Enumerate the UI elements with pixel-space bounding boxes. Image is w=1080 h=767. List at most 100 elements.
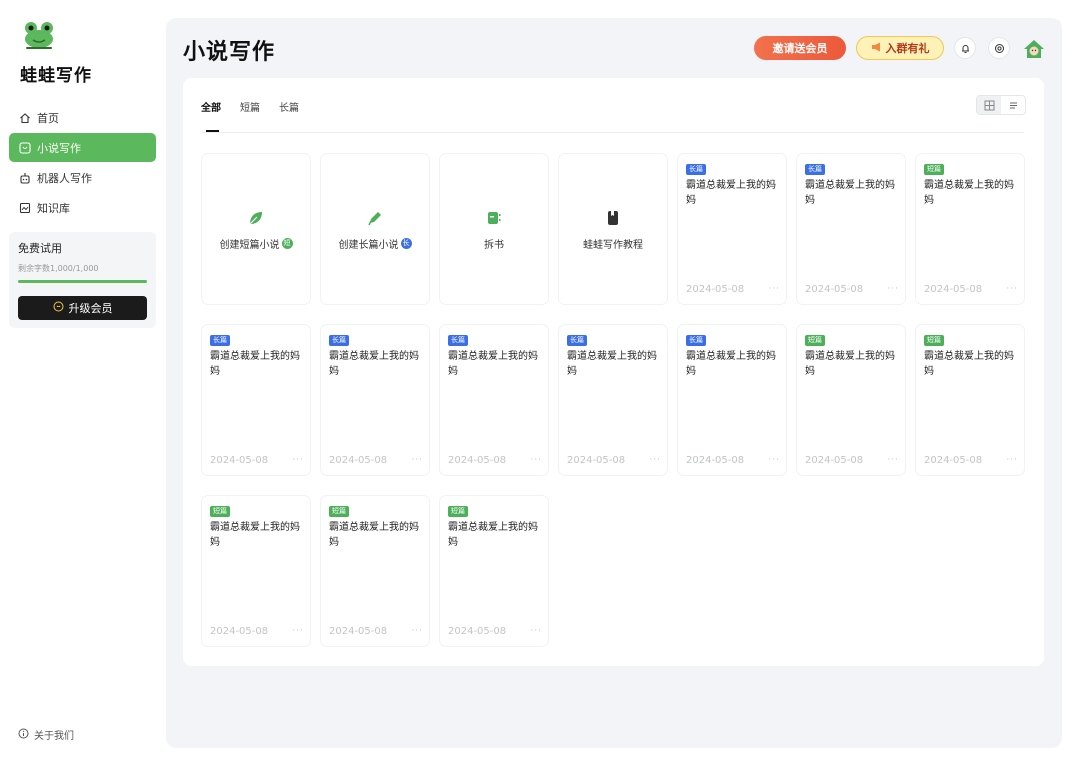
short-badge: 短 bbox=[281, 237, 293, 249]
more-options-icon[interactable]: ··· bbox=[530, 626, 542, 637]
sidebar-item-knowledge[interactable]: 知识库 bbox=[9, 193, 156, 222]
novel-title: 霸道总裁爱上我的妈妈 bbox=[686, 180, 776, 206]
novel-card[interactable]: 短篇霸道总裁爱上我的妈妈 2024-05-08 ··· bbox=[440, 496, 548, 646]
create-long-novel-card[interactable]: 创建长篇小说 长 bbox=[321, 154, 429, 304]
trial-progress-bar bbox=[18, 280, 147, 283]
novel-card[interactable]: 长篇 霸道总裁爱上我的妈妈 2024-05-08 ··· bbox=[559, 325, 667, 475]
trial-title: 免费试用 bbox=[18, 242, 62, 255]
tutorial-card[interactable]: 蛙蛙写作教程 bbox=[559, 154, 667, 304]
info-icon bbox=[18, 728, 29, 742]
more-options-icon[interactable]: ··· bbox=[530, 455, 542, 466]
bell-icon bbox=[960, 39, 971, 58]
join-label: 入群有礼 bbox=[885, 42, 930, 55]
novel-type-tag: 长篇 bbox=[805, 164, 825, 175]
page-title: 小说写作 bbox=[183, 40, 276, 65]
more-options-icon[interactable]: ··· bbox=[292, 455, 304, 466]
novel-type-tag: 长篇 bbox=[329, 335, 349, 346]
novel-date: 2024-05-08 bbox=[448, 455, 507, 466]
novel-date: 2024-05-08 bbox=[567, 455, 626, 466]
tab-short[interactable]: 短篇 bbox=[240, 99, 260, 114]
novel-card[interactable]: 长篇霸道总裁爱上我的妈妈 2024-05-08 ··· bbox=[440, 325, 548, 475]
more-options-icon[interactable]: ··· bbox=[292, 626, 304, 637]
more-options-icon[interactable]: ··· bbox=[768, 455, 780, 466]
novel-title: 霸道总裁爱上我的妈妈 bbox=[448, 522, 538, 548]
long-badge: 长 bbox=[400, 237, 412, 249]
notification-button[interactable] bbox=[954, 37, 976, 59]
about-label: 关于我们 bbox=[34, 731, 74, 742]
novel-card[interactable]: 短篇 霸道总裁爱上我的妈妈 2024-05-08 ··· bbox=[202, 496, 310, 646]
more-options-icon[interactable]: ··· bbox=[887, 284, 899, 295]
novel-type-tag: 长篇 bbox=[686, 164, 706, 175]
sidebar-item-label: 知识库 bbox=[37, 201, 70, 215]
list-view-icon[interactable] bbox=[1001, 96, 1025, 114]
tab-divider bbox=[201, 132, 1024, 133]
sidebar-item-home[interactable]: 首页 bbox=[9, 103, 156, 132]
create-short-novel-card[interactable]: 创建短篇小说 短 bbox=[202, 154, 310, 304]
novel-card[interactable]: 长篇 霸道总裁爱上我的妈妈 2024-05-08 ··· bbox=[202, 325, 310, 475]
novel-title: 霸道总裁爱上我的妈妈 bbox=[329, 522, 419, 548]
sidebar-item-label: 机器人写作 bbox=[37, 171, 92, 185]
novel-date: 2024-05-08 bbox=[448, 626, 507, 637]
tab-long[interactable]: 长篇 bbox=[279, 99, 299, 114]
novel-title: 霸道总裁爱上我的妈妈 bbox=[567, 351, 657, 377]
novel-icon bbox=[18, 141, 31, 154]
novel-card[interactable]: 短篇 霸道总裁爱上我的妈妈 2024-05-08 ··· bbox=[916, 325, 1024, 475]
invite-button[interactable]: 邀请送会员 bbox=[754, 36, 846, 60]
more-options-icon[interactable]: ··· bbox=[1006, 284, 1018, 295]
novel-card[interactable]: 短篇 霸道总裁爱上我的妈妈 2024-05-08 ··· bbox=[321, 496, 429, 646]
more-options-icon[interactable]: ··· bbox=[1006, 455, 1018, 466]
tab-all[interactable]: 全部 bbox=[201, 99, 221, 114]
novel-date: 2024-05-08 bbox=[805, 284, 864, 295]
sidebar-item-novel[interactable]: 小说写作 bbox=[9, 133, 156, 162]
novel-title: 霸道总裁爱上我的妈妈 bbox=[210, 522, 300, 548]
novel-date: 2024-05-08 bbox=[329, 626, 388, 637]
sidebar-item-label: 小说写作 bbox=[37, 141, 81, 155]
novel-type-tag: 短篇 bbox=[210, 506, 230, 517]
sidebar-item-robot[interactable]: 机器人写作 bbox=[9, 163, 156, 192]
novel-date: 2024-05-08 bbox=[924, 284, 983, 295]
novel-card[interactable]: 长篇 霸道总裁爱上我的妈妈 2024-05-08 ··· bbox=[678, 154, 786, 304]
novel-card[interactable]: 长篇霸道总裁爱上我的妈妈 2024-05-08 ··· bbox=[797, 154, 905, 304]
free-trial-panel: 免费试用 剩余字数1,000/1,000 升级会员 bbox=[9, 232, 156, 328]
home-icon bbox=[18, 111, 31, 124]
more-options-icon[interactable]: ··· bbox=[649, 455, 661, 466]
novel-card[interactable]: 长篇 霸道总裁爱上我的妈妈 2024-05-08 ··· bbox=[678, 325, 786, 475]
app-name: 蛙蛙写作 bbox=[20, 66, 92, 86]
grid-view-icon[interactable] bbox=[977, 96, 1001, 114]
novel-title: 霸道总裁爱上我的妈妈 bbox=[805, 180, 895, 206]
robot-icon bbox=[18, 171, 31, 184]
book-icon bbox=[603, 208, 623, 228]
more-options-icon[interactable]: ··· bbox=[411, 626, 423, 637]
novel-card[interactable]: 长篇 霸道总裁爱上我的妈妈 2024-05-08 ··· bbox=[321, 325, 429, 475]
tutorial-label: 蛙蛙写作教程 bbox=[583, 239, 643, 251]
more-options-icon[interactable]: ··· bbox=[411, 455, 423, 466]
settings-button[interactable] bbox=[988, 37, 1010, 59]
remaining-words: 剩余字数1,000/1,000 bbox=[18, 264, 99, 273]
novel-title: 霸道总裁爱上我的妈妈 bbox=[924, 351, 1014, 377]
gear-icon bbox=[994, 39, 1005, 58]
join-group-button[interactable]: 入群有礼 bbox=[856, 36, 944, 60]
more-options-icon[interactable]: ··· bbox=[768, 284, 780, 295]
novel-title: 霸道总裁爱上我的妈妈 bbox=[686, 351, 776, 377]
novel-type-tag: 长篇 bbox=[448, 335, 468, 346]
novel-title: 霸道总裁爱上我的妈妈 bbox=[448, 351, 538, 377]
crown-icon bbox=[53, 301, 64, 315]
split-book-card[interactable]: 拆书 bbox=[440, 154, 548, 304]
megaphone-icon bbox=[871, 42, 883, 55]
upgrade-label: 升级会员 bbox=[68, 302, 113, 315]
create-short-label: 创建短篇小说 bbox=[219, 239, 280, 251]
novel-card[interactable]: 短篇 霸道总裁爱上我的妈妈 2024-05-08 ··· bbox=[797, 325, 905, 475]
split-book-label: 拆书 bbox=[484, 239, 504, 251]
create-long-label: 创建长篇小说 bbox=[338, 239, 399, 251]
pen-icon bbox=[365, 208, 385, 228]
content-panel: 全部 短篇 长篇 创建短篇小说 短 创建长篇小说 长 拆书 蛙蛙写作教程 长篇 … bbox=[183, 78, 1044, 666]
frog-logo-icon bbox=[22, 20, 56, 54]
about-us-link[interactable]: 关于我们 bbox=[18, 727, 74, 742]
upgrade-button[interactable]: 升级会员 bbox=[18, 296, 147, 320]
more-options-icon[interactable]: ··· bbox=[887, 455, 899, 466]
split-book-icon bbox=[484, 208, 504, 228]
novel-type-tag: 短篇 bbox=[448, 506, 468, 517]
main-area: 小说写作 邀请送会员 入群有礼 全部 短篇 长篇 创建短篇小说 短 创建长篇小说… bbox=[166, 18, 1062, 748]
user-avatar[interactable] bbox=[1022, 36, 1046, 60]
novel-card[interactable]: 短篇 霸道总裁爱上我的妈妈 2024-05-08 ··· bbox=[916, 154, 1024, 304]
